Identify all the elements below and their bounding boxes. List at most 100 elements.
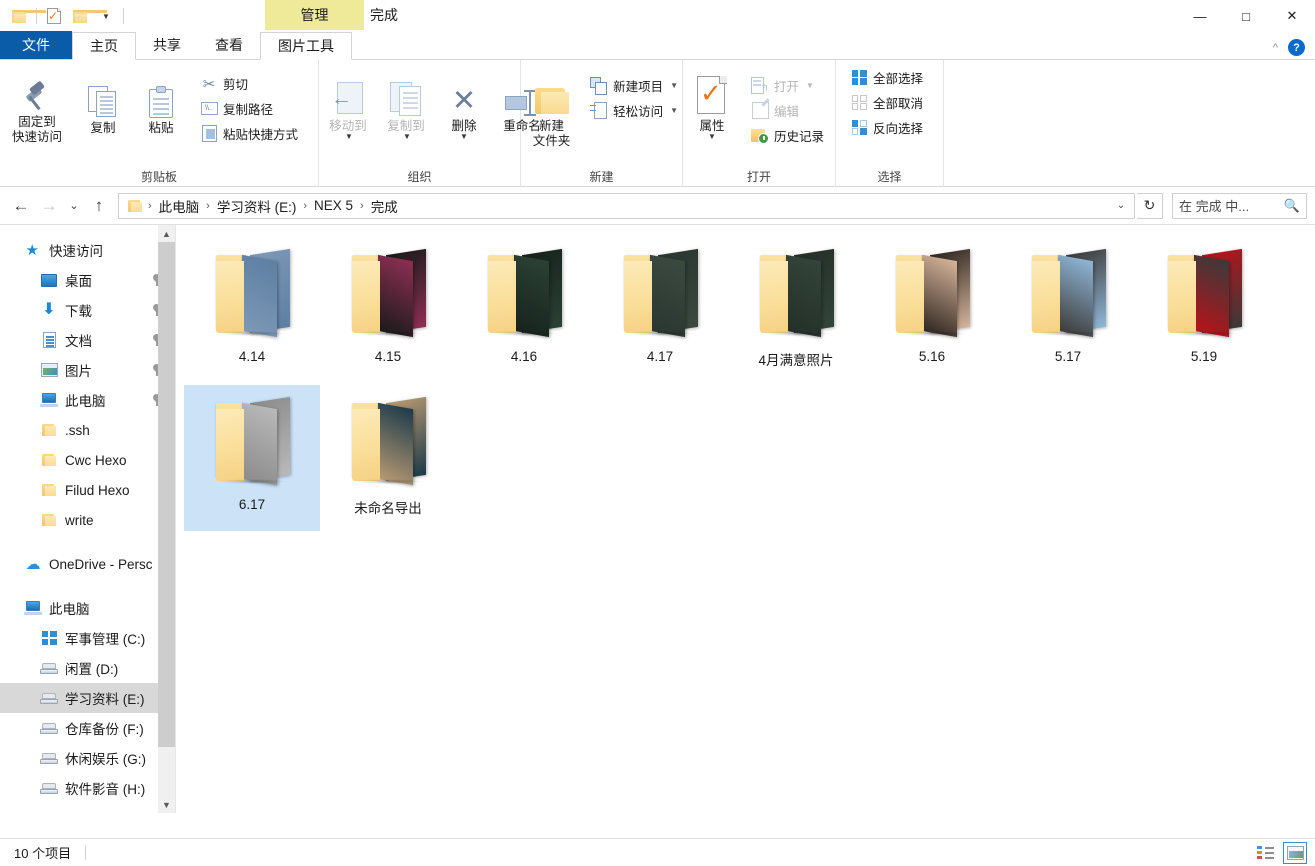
recent-locations-button[interactable]: ⌄ [64,193,84,219]
sidebar-item-军事管理--c--[interactable]: 军事管理 (C:) [0,623,175,653]
sidebar-item-快速访问[interactable]: ★ 快速访问 [0,235,175,265]
address-dropdown-icon[interactable]: ⌄ [1108,194,1134,218]
sidebar-item-软件影音--h--[interactable]: 软件影音 (H:) [0,773,175,803]
drive-icon-wrap [40,659,58,677]
file-item[interactable]: 6.17 [184,385,320,531]
photo-folder-icon [610,243,710,343]
search-icon: 🔍 [1283,197,1300,213]
pin-label-line2: 快速访问 [11,130,62,144]
qat-folder-button[interactable] [6,3,46,29]
breadcrumb-item-0[interactable]: 此电脑 [156,196,203,216]
downloads-icon-wrap: ⬇ [40,301,58,319]
tab-file[interactable]: 文件 [0,31,72,59]
tab-view[interactable]: 查看 [198,31,260,59]
qat-customize-button[interactable]: ▼ [93,3,119,29]
breadcrumb-item-3[interactable]: 完成 [368,196,401,216]
clipboard-group-label: 剪贴板 [140,169,177,184]
tab-picture-tools[interactable]: 图片工具 [260,32,352,60]
file-item[interactable]: 4月满意照片 [728,237,864,383]
edit-button[interactable]: 编辑 [747,98,828,123]
help-button[interactable]: ? [1288,39,1305,56]
file-item[interactable]: 4.14 [184,237,320,383]
file-item[interactable]: 4.16 [456,237,592,383]
minimize-button[interactable]: — [1177,0,1223,32]
paste-button[interactable]: 粘贴 [132,66,190,136]
invert-selection-button[interactable]: 反向选择 [846,115,927,140]
select-all-button[interactable]: 全部选择 [846,65,927,90]
refresh-button[interactable]: ↻ [1137,192,1163,219]
file-item[interactable]: 5.17 [1000,237,1136,383]
scrollbar-thumb[interactable] [158,242,175,747]
tab-share[interactable]: 共享 [136,31,198,59]
delete-button[interactable]: ✕ 删除 ▼ [435,72,493,141]
sidebar-item-filud-hexo[interactable]: Filud Hexo [0,475,175,505]
properties-button[interactable]: ✓ 属性 ▼ [683,70,741,141]
paste-shortcut-button[interactable]: 粘贴快捷方式 [196,121,302,146]
pin-to-quick-access-button[interactable]: 固定到 快速访问 [0,66,74,145]
copy-path-button[interactable]: \\.. 复制路径 [196,96,302,121]
sidebar-item-write[interactable]: write [0,505,175,535]
sidebar-item--ssh[interactable]: .ssh [0,415,175,445]
forward-button[interactable]: → [36,193,62,219]
copy-button[interactable]: 复制 [74,66,132,136]
qat-new-folder-button[interactable] [67,3,107,29]
drive-icon [40,692,58,705]
breadcrumb-item-1[interactable]: 学习资料 (E:) [214,196,300,216]
close-button[interactable]: ✕ [1269,0,1315,32]
open-caret-icon[interactable]: ▼ [806,81,814,90]
details-view-button[interactable] [1253,842,1277,864]
sidebar-item-桌面[interactable]: 桌面 [0,265,175,295]
history-button[interactable]: 历史记录 [747,123,828,148]
sidebar-item-文档[interactable]: 文档 [0,325,175,355]
file-list-view[interactable]: 4.14 4.15 4.16 4.17 4月满意照片 5.16 5.17 5.19 6.17 未命… [175,225,1315,813]
breadcrumb-item-2[interactable]: NEX 5 [311,198,356,213]
open-button[interactable]: ↰ 打开 ▼ [747,73,828,98]
copy-to-caret-icon[interactable]: ▼ [403,133,411,141]
nav-group-spacer [0,579,175,593]
navigation-scrollbar[interactable]: ▲ ▼ [158,225,175,813]
back-button[interactable]: ← [8,193,34,219]
easy-access-button[interactable]: 轻松访问 ▼ [586,98,682,123]
sidebar-item-休闲娱乐--g--[interactable]: 休闲娱乐 (G:) [0,743,175,773]
file-item[interactable]: 未命名导出 [320,385,456,531]
properties-caret-icon[interactable]: ▼ [708,133,716,141]
maximize-button[interactable]: □ [1223,0,1269,32]
open-small-buttons: ↰ 打开 ▼ 编辑 历史记录 [747,72,828,148]
sidebar-item-cwc-hexo[interactable]: Cwc Hexo [0,445,175,475]
breadcrumb[interactable]: › 此电脑 › 学习资料 (E:) › NEX 5 › 完成 ⌄ [118,192,1135,219]
tab-home[interactable]: 主页 [72,32,136,60]
sidebar-item-此电脑[interactable]: 此电脑 [0,385,175,415]
sidebar-item-onedrive---persc[interactable]: ☁ OneDrive - Persc [0,549,175,579]
new-folder-button[interactable]: 新建 文件夹 [521,72,582,149]
select-none-button[interactable]: 全部取消 [846,90,927,115]
large-icons-view-button[interactable] [1283,841,1307,864]
sidebar-item-图片[interactable]: 图片 [0,355,175,385]
scroll-up-icon[interactable]: ▲ [158,225,175,242]
file-item[interactable]: 5.19 [1136,237,1272,383]
file-item-label: 4月满意照片 [758,353,834,368]
search-input[interactable]: 在 完成 中... 🔍 [1172,192,1307,219]
file-item-label: 5.17 [1054,349,1082,364]
scroll-down-icon[interactable]: ▼ [158,796,175,813]
sidebar-item-此电脑[interactable]: 此电脑 [0,593,175,623]
file-item[interactable]: 4.15 [320,237,456,383]
new-item-button[interactable]: 新建项目 ▼ [586,73,682,98]
move-to-button[interactable]: ← 移动到 ▼ [319,72,377,141]
qat-properties-button[interactable]: ✓ [41,3,67,29]
file-item[interactable]: 5.16 [864,237,1000,383]
sidebar-item-仓库备份--f--[interactable]: 仓库备份 (F:) [0,713,175,743]
delete-caret-icon[interactable]: ▼ [460,133,468,141]
file-item[interactable]: 4.17 [592,237,728,383]
copy-to-button[interactable]: 复制到 ▼ [377,72,435,141]
sidebar-item-下载[interactable]: ⬇ 下载 [0,295,175,325]
easy-access-caret-icon[interactable]: ▼ [670,106,678,115]
cut-button[interactable]: ✂ 剪切 [196,71,302,96]
cut-label: 剪切 [223,78,249,92]
folder-icon-wrap [40,481,58,499]
new-item-caret-icon[interactable]: ▼ [670,81,678,90]
up-button[interactable]: ↑ [86,193,112,219]
sidebar-item-学习资料--e--[interactable]: 学习资料 (E:) [0,683,175,713]
move-to-caret-icon[interactable]: ▼ [345,133,353,141]
collapse-ribbon-icon[interactable]: ^ [1273,42,1278,54]
sidebar-item-闲置--d--[interactable]: 闲置 (D:) [0,653,175,683]
